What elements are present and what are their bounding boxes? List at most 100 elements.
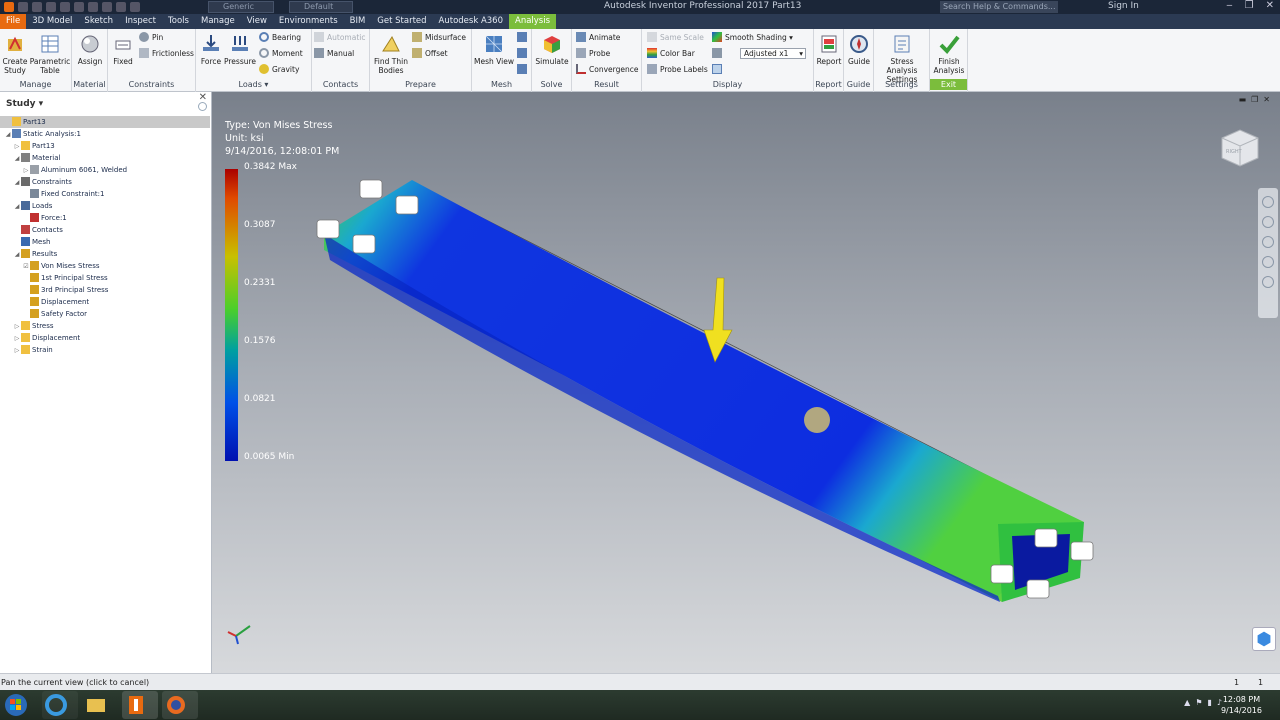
help-search-input[interactable]: Search Help & Commands... bbox=[940, 1, 1058, 13]
internet-explorer-icon[interactable] bbox=[42, 691, 78, 719]
force-button[interactable]: Force bbox=[199, 33, 223, 66]
tab-file[interactable]: File bbox=[0, 14, 27, 29]
pin-constraint-button[interactable]: Pin bbox=[139, 32, 163, 44]
appearance-combo[interactable]: Default bbox=[289, 1, 353, 13]
file-explorer-icon[interactable] bbox=[82, 691, 118, 719]
orbit-icon[interactable] bbox=[1262, 256, 1274, 268]
tree-item[interactable]: ▷ Aluminum 6061, Welded bbox=[0, 164, 210, 176]
save-icon[interactable] bbox=[46, 2, 56, 12]
animate-button[interactable]: Animate bbox=[576, 32, 620, 44]
tree-item[interactable]: ▷ Stress bbox=[0, 320, 210, 332]
start-button[interactable] bbox=[2, 691, 36, 719]
tree-item[interactable]: Mesh bbox=[0, 236, 210, 248]
tree-item[interactable]: Displacement bbox=[0, 296, 210, 308]
open-icon[interactable] bbox=[32, 2, 42, 12]
tree-item[interactable]: Safety Factor bbox=[0, 308, 210, 320]
tree-item[interactable]: 3rd Principal Stress bbox=[0, 284, 210, 296]
smooth-shading-dropdown[interactable]: Smooth Shading ▾ bbox=[712, 32, 793, 44]
pan-icon[interactable] bbox=[1262, 216, 1274, 228]
tree-item[interactable]: Fixed Constraint:1 bbox=[0, 188, 210, 200]
browser-help-icon[interactable] bbox=[198, 102, 207, 111]
tab-environments[interactable]: Environments bbox=[273, 14, 344, 29]
report-button[interactable]: Report bbox=[815, 33, 843, 66]
frictionless-constraint-button[interactable]: Frictionless bbox=[139, 48, 194, 60]
cloud-share-icon[interactable] bbox=[1252, 627, 1276, 651]
show-hidden-icons[interactable]: ▲ bbox=[1184, 698, 1190, 707]
network-icon[interactable]: ▮ bbox=[1207, 698, 1211, 707]
tree-expand-icon[interactable]: ▷ bbox=[13, 345, 21, 357]
update-icon[interactable] bbox=[102, 2, 112, 12]
tree-item[interactable]: ☑ Von Mises Stress bbox=[0, 260, 210, 272]
firefox-icon[interactable] bbox=[162, 691, 198, 719]
tree-item[interactable]: ◢ Static Analysis:1 bbox=[0, 128, 210, 140]
home-icon[interactable] bbox=[88, 2, 98, 12]
inventor-logo-icon[interactable] bbox=[4, 2, 14, 12]
sign-in-link[interactable]: Sign In bbox=[1108, 1, 1139, 11]
tab-tools[interactable]: Tools bbox=[162, 14, 195, 29]
tree-item[interactable]: Part13 bbox=[0, 116, 210, 128]
inventor-taskbar-icon[interactable] bbox=[122, 691, 158, 719]
tab-3d-model[interactable]: 3D Model bbox=[26, 14, 78, 29]
mesh-view-button[interactable]: Mesh View bbox=[474, 33, 514, 66]
tab-bim[interactable]: BIM bbox=[344, 14, 372, 29]
color-bar-button[interactable]: Color Bar bbox=[647, 48, 695, 60]
tree-item[interactable]: ◢ Material bbox=[0, 152, 210, 164]
deformed-toggle[interactable] bbox=[712, 64, 725, 76]
tree-item[interactable]: Contacts bbox=[0, 224, 210, 236]
find-thin-bodies-button[interactable]: Find Thin Bodies bbox=[372, 33, 410, 75]
tree-item[interactable]: 1st Principal Stress bbox=[0, 272, 210, 284]
tab-get-started[interactable]: Get Started bbox=[371, 14, 432, 29]
tab-sketch[interactable]: Sketch bbox=[78, 14, 119, 29]
action-center-icon[interactable]: ⚑ bbox=[1195, 698, 1202, 707]
look-at-icon[interactable] bbox=[1262, 276, 1274, 288]
local-mesh-button[interactable] bbox=[517, 48, 530, 60]
tab-inspect[interactable]: Inspect bbox=[119, 14, 162, 29]
system-clock[interactable]: 12:08 PM 9/14/2016 bbox=[1221, 694, 1262, 716]
create-study-button[interactable]: Create Study bbox=[1, 33, 29, 75]
boundary-conditions-toggle[interactable] bbox=[712, 48, 725, 60]
tree-item[interactable]: ▷ Displacement bbox=[0, 332, 210, 344]
adjusted-scale-dropdown[interactable]: Adjusted x1 ▾ bbox=[740, 48, 806, 59]
fixed-constraint-button[interactable]: Fixed bbox=[110, 33, 136, 66]
tree-item[interactable]: ◢ Results bbox=[0, 248, 210, 260]
panel-title-loads[interactable]: Loads ▾ bbox=[196, 79, 311, 90]
parametric-table-button[interactable]: Parametric Table bbox=[29, 33, 71, 75]
gravity-load-button[interactable]: Gravity bbox=[259, 64, 299, 76]
tab-autodesk-a360[interactable]: Autodesk A360 bbox=[433, 14, 509, 29]
material-combo[interactable]: Generic bbox=[208, 1, 274, 13]
pressure-button[interactable]: Pressure bbox=[224, 33, 256, 66]
manual-contacts-button[interactable]: Manual bbox=[314, 48, 354, 60]
select-icon[interactable] bbox=[116, 2, 126, 12]
tab-manage[interactable]: Manage bbox=[195, 14, 241, 29]
tab-analysis[interactable]: Analysis bbox=[509, 14, 557, 29]
steering-wheel-icon[interactable] bbox=[1262, 196, 1274, 208]
simulate-button[interactable]: Simulate bbox=[534, 33, 570, 66]
stress-analysis-settings-button[interactable]: Stress Analysis Settings bbox=[875, 33, 929, 84]
tree-item[interactable]: Force:1 bbox=[0, 212, 210, 224]
convergence-settings-button[interactable] bbox=[517, 64, 530, 76]
browser-header[interactable]: Study ▾ bbox=[0, 92, 211, 116]
offset-button[interactable]: Offset bbox=[412, 48, 448, 60]
finish-analysis-button[interactable]: Finish Analysis bbox=[931, 33, 967, 75]
probe-labels-button[interactable]: Probe Labels bbox=[647, 64, 708, 76]
midsurface-button[interactable]: Midsurface bbox=[412, 32, 466, 44]
same-scale-button[interactable]: Same Scale bbox=[647, 32, 704, 44]
moment-load-button[interactable]: Moment bbox=[259, 48, 303, 60]
tree-item[interactable]: ◢ Constraints bbox=[0, 176, 210, 188]
restore-button[interactable]: ❐ bbox=[1245, 0, 1254, 11]
automatic-contacts-button[interactable]: Automatic bbox=[314, 32, 365, 44]
graphics-viewport[interactable]: Type: Von Mises Stress Unit: ksi 9/14/20… bbox=[212, 92, 1280, 673]
assign-material-button[interactable]: Assign bbox=[74, 33, 106, 66]
tree-item[interactable]: ▷ Part13 bbox=[0, 140, 210, 152]
redo-icon[interactable] bbox=[74, 2, 84, 12]
probe-button[interactable]: Probe bbox=[576, 48, 610, 60]
mesh-settings-button[interactable] bbox=[517, 32, 530, 44]
guide-button[interactable]: Guide bbox=[845, 33, 873, 66]
new-icon[interactable] bbox=[18, 2, 28, 12]
minimize-button[interactable]: ‒ bbox=[1226, 0, 1232, 11]
undo-icon[interactable] bbox=[60, 2, 70, 12]
bearing-load-button[interactable]: Bearing bbox=[259, 32, 301, 44]
tree-item[interactable]: ◢ Loads bbox=[0, 200, 210, 212]
close-button[interactable]: ✕ bbox=[1266, 0, 1274, 11]
measure-icon[interactable] bbox=[130, 2, 140, 12]
